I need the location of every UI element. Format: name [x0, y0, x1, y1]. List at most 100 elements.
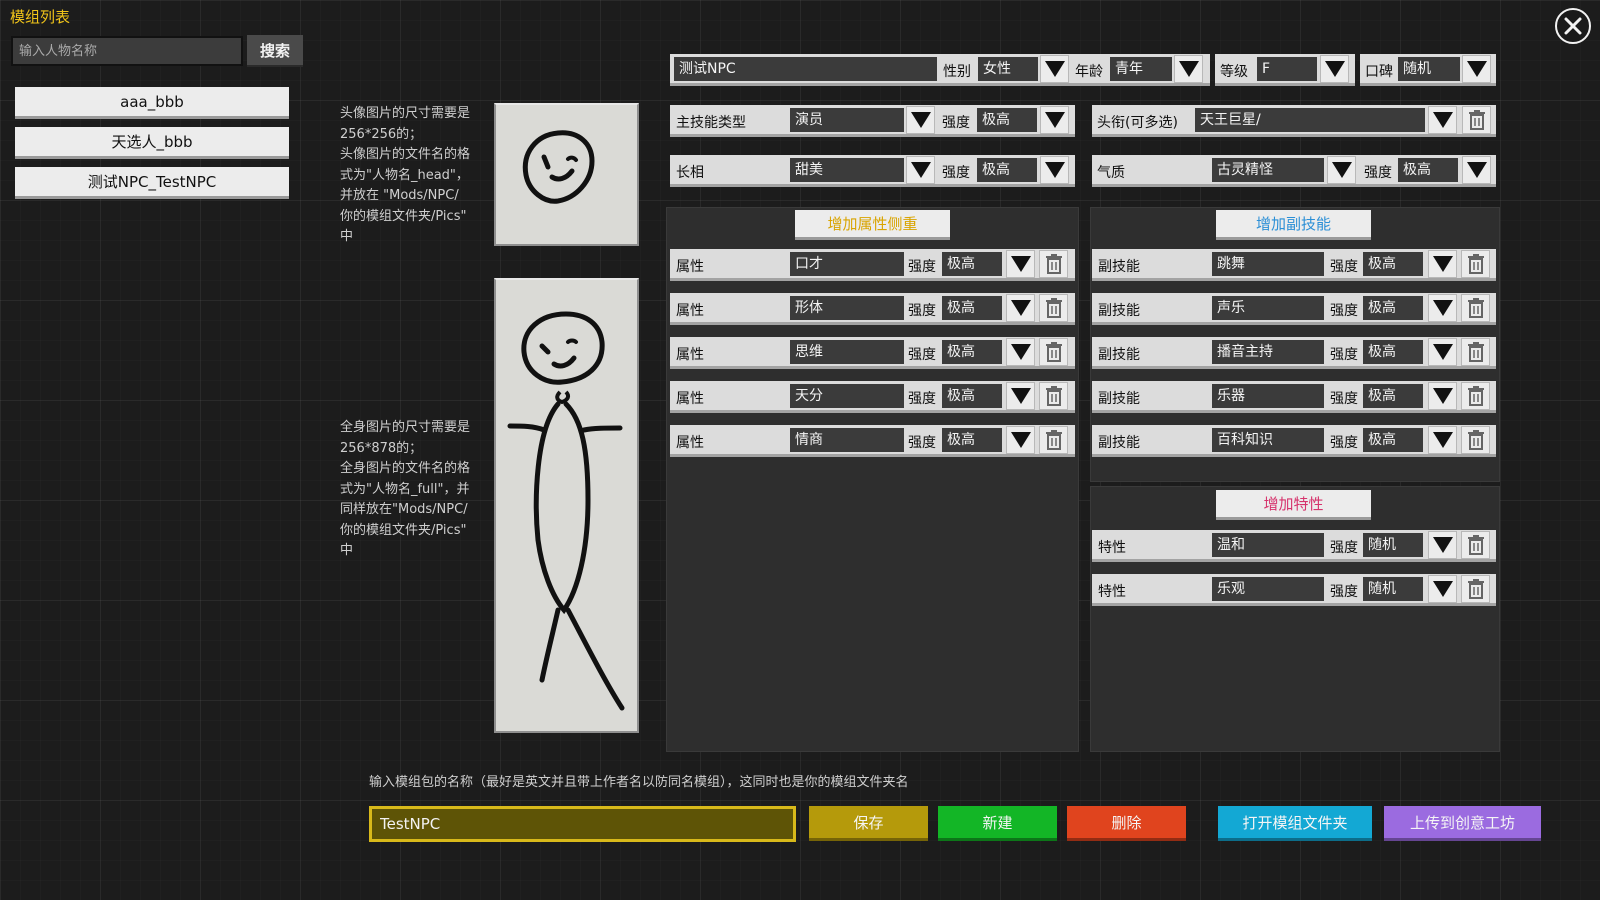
strength-dropdown-icon[interactable]: [1428, 294, 1457, 322]
row-value[interactable]: 播音主持: [1212, 340, 1324, 364]
strength-label: 强度: [1330, 347, 1358, 363]
row-label: 特性: [1098, 540, 1126, 556]
npc-name-field[interactable]: 测试NPC: [674, 57, 937, 81]
trash-icon[interactable]: [1039, 338, 1068, 366]
level-dropdown-icon[interactable]: [1320, 55, 1349, 83]
trash-icon[interactable]: [1039, 426, 1068, 454]
appearance-value: 甜美: [790, 158, 904, 182]
age-dropdown-icon[interactable]: [1174, 55, 1203, 83]
row-label: 属性: [676, 435, 704, 451]
row-value[interactable]: 形体: [790, 296, 904, 320]
strength-dropdown-icon[interactable]: [1006, 294, 1035, 322]
trash-icon[interactable]: [1039, 250, 1068, 278]
row-value[interactable]: 思维: [790, 340, 904, 364]
trait-row: 特性 乐观 强度 随机: [1092, 574, 1496, 606]
upload-workshop-button[interactable]: 上传到创意工坊: [1384, 806, 1541, 841]
temperament-dropdown-icon[interactable]: [1327, 156, 1356, 184]
main-skill-strength-value: 极高: [977, 108, 1037, 132]
trash-icon[interactable]: [1461, 338, 1490, 366]
new-button[interactable]: 新建: [938, 806, 1057, 841]
trash-icon[interactable]: [1461, 382, 1490, 410]
strength-value: 极高: [1363, 384, 1423, 408]
strength-dropdown-icon[interactable]: [1428, 338, 1457, 366]
reputation-value: 随机: [1398, 57, 1460, 81]
strength-dropdown-icon[interactable]: [1428, 250, 1457, 278]
appearance-dropdown-icon[interactable]: [906, 156, 935, 184]
age-label: 年龄: [1075, 64, 1103, 80]
strength-value: 极高: [1363, 428, 1423, 452]
open-folder-button[interactable]: 打开模组文件夹: [1218, 806, 1372, 841]
reputation-dropdown-icon[interactable]: [1462, 55, 1491, 83]
row-value[interactable]: 温和: [1212, 533, 1324, 557]
save-button[interactable]: 保存: [809, 806, 928, 841]
strength-dropdown-icon[interactable]: [1006, 338, 1035, 366]
row-value[interactable]: 口才: [790, 252, 904, 276]
sub-skill-row: 副技能 播音主持 强度 极高: [1092, 337, 1496, 369]
temperament-strength-dropdown-icon[interactable]: [1462, 156, 1491, 184]
add-sub-skill-button[interactable]: 增加副技能: [1216, 210, 1371, 240]
main-skill-value: 演员: [790, 108, 904, 132]
appearance-label: 长相: [676, 165, 704, 181]
search-input[interactable]: [11, 36, 243, 66]
strength-dropdown-icon[interactable]: [1428, 426, 1457, 454]
title-trash-icon[interactable]: [1462, 106, 1491, 134]
reputation-bar: 口碑 随机: [1360, 54, 1496, 86]
basic-info-bar: 测试NPC 性别 女性 年龄 青年: [670, 54, 1210, 86]
row-label: 副技能: [1098, 259, 1140, 275]
row-value[interactable]: 乐观: [1212, 577, 1324, 601]
attribute-row: 属性 形体 强度 极高: [670, 293, 1075, 325]
row-value[interactable]: 情商: [790, 428, 904, 452]
pack-name-input[interactable]: [369, 806, 796, 842]
full-image-note: 全身图片的尺寸需要是 256*878的； 全身图片的文件名的格 式为"人物名_f…: [340, 420, 471, 558]
mod-list-item[interactable]: aaa_bbb: [15, 87, 289, 119]
strength-dropdown-icon[interactable]: [1006, 426, 1035, 454]
temperament-strength-value: 极高: [1398, 158, 1458, 182]
strength-dropdown-icon[interactable]: [1006, 382, 1035, 410]
strength-label: 强度: [942, 115, 970, 131]
title-dropdown-icon[interactable]: [1428, 106, 1457, 134]
strength-dropdown-icon[interactable]: [1428, 575, 1457, 603]
row-value[interactable]: 天分: [790, 384, 904, 408]
row-value[interactable]: 跳舞: [1212, 252, 1324, 276]
trash-icon[interactable]: [1461, 426, 1490, 454]
pack-name-hint: 输入模组包的名称（最好是英文并且带上作者名以防同名模组），这同时也是你的模组文件…: [369, 775, 909, 790]
close-icon[interactable]: [1555, 8, 1591, 44]
main-skill-dropdown-icon[interactable]: [906, 106, 935, 134]
row-label: 副技能: [1098, 347, 1140, 363]
row-value[interactable]: 百科知识: [1212, 428, 1324, 452]
sub-skill-row: 副技能 百科知识 强度 极高: [1092, 425, 1496, 457]
add-trait-button[interactable]: 增加特性: [1216, 490, 1371, 520]
search-button[interactable]: 搜索: [247, 35, 303, 67]
mod-list-item[interactable]: 天选人_bbb: [15, 127, 289, 159]
temperament-label: 气质: [1097, 165, 1125, 181]
gender-dropdown-icon[interactable]: [1040, 55, 1069, 83]
main-skill-strength-dropdown-icon[interactable]: [1040, 106, 1069, 134]
strength-dropdown-icon[interactable]: [1428, 531, 1457, 559]
full-body-image-box[interactable]: [494, 278, 639, 733]
add-attribute-button[interactable]: 增加属性侧重: [795, 210, 950, 240]
row-value[interactable]: 乐器: [1212, 384, 1324, 408]
strength-dropdown-icon[interactable]: [1006, 250, 1035, 278]
mod-list-item[interactable]: 测试NPC_TestNPC: [15, 167, 289, 199]
head-image-box[interactable]: [494, 103, 639, 246]
strength-value: 极高: [942, 340, 1002, 364]
delete-button[interactable]: 删除: [1067, 806, 1186, 841]
appearance-strength-dropdown-icon[interactable]: [1040, 156, 1069, 184]
level-value: F: [1257, 57, 1317, 81]
trash-icon[interactable]: [1039, 294, 1068, 322]
sub-skill-row: 副技能 乐器 强度 极高: [1092, 381, 1496, 413]
appearance-strength-value: 极高: [977, 158, 1037, 182]
trash-icon[interactable]: [1039, 382, 1068, 410]
level-bar: 等级 F: [1215, 54, 1355, 86]
reputation-label: 口碑: [1365, 64, 1393, 80]
strength-label: 强度: [1330, 303, 1358, 319]
strength-dropdown-icon[interactable]: [1428, 382, 1457, 410]
trash-icon[interactable]: [1461, 250, 1490, 278]
trash-icon[interactable]: [1461, 575, 1490, 603]
strength-value: 极高: [942, 252, 1002, 276]
trash-icon[interactable]: [1461, 294, 1490, 322]
trash-icon[interactable]: [1461, 531, 1490, 559]
traits-section: [1090, 486, 1500, 752]
row-value[interactable]: 声乐: [1212, 296, 1324, 320]
strength-value: 极高: [1363, 340, 1423, 364]
